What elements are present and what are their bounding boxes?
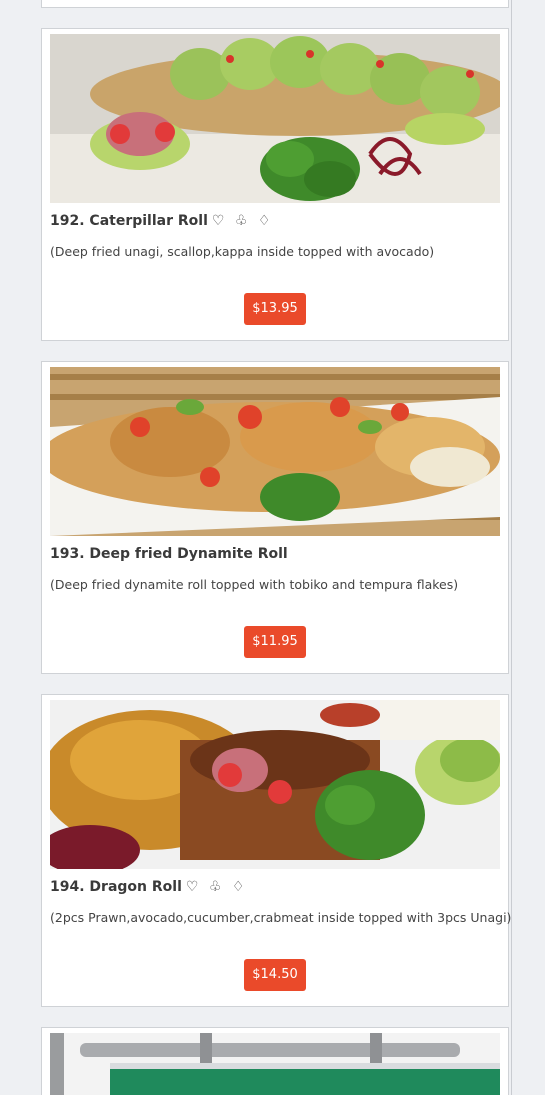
sign-photo-icon — [50, 1033, 500, 1095]
menu-item-description: (Deep fried unagi, scallop,kappa inside … — [50, 244, 435, 259]
menu-item-description: (2pcs Prawn,avocado,cucumber,crabmeat in… — [50, 910, 512, 925]
menu-item-name: 192. Caterpillar Roll — [50, 213, 208, 229]
dietary-symbols: ♡ ♧ ♢ — [211, 213, 274, 229]
page-scroll-edge — [511, 0, 512, 1095]
sushi-photo-icon — [50, 700, 500, 869]
add-to-cart-price-button[interactable]: $14.50 — [244, 959, 306, 991]
menu-item-card: 193. Deep fried Dynamite Roll (Deep frie… — [41, 361, 509, 674]
menu-item-card: 192. Caterpillar Roll ♡ ♧ ♢ (Deep fried u… — [41, 28, 509, 341]
dietary-symbols: ♡ ♧ ♢ — [185, 879, 248, 895]
menu-item-name: 193. Deep fried Dynamite Roll — [50, 546, 288, 562]
menu-item-description: (Deep fried dynamite roll topped with to… — [50, 577, 459, 592]
dynamite-roll-photo[interactable] — [50, 367, 500, 536]
menu-item-name: 194. Dragon Roll — [50, 879, 182, 895]
menu-item-title: 192. Caterpillar Roll ♡ ♧ ♢ — [50, 213, 500, 229]
menu-item-title: 193. Deep fried Dynamite Roll — [50, 546, 500, 562]
caterpillar-roll-photo[interactable] — [50, 34, 500, 203]
dragon-roll-photo[interactable] — [50, 700, 500, 869]
add-to-cart-price-button[interactable]: $13.95 — [244, 293, 306, 325]
menu-item-card-previous — [41, 0, 509, 8]
menu-item-card: 194. Dragon Roll ♡ ♧ ♢ (2pcs Prawn,avocad… — [41, 694, 512, 1007]
menu-item-card-next — [41, 1027, 509, 1095]
add-to-cart-price-button[interactable]: $11.95 — [244, 626, 306, 658]
sushi-photo-icon — [50, 34, 500, 203]
restaurant-sign-photo[interactable] — [50, 1033, 500, 1095]
menu-item-title: 194. Dragon Roll ♡ ♧ ♢ — [50, 879, 500, 895]
sushi-photo-icon — [50, 367, 500, 536]
